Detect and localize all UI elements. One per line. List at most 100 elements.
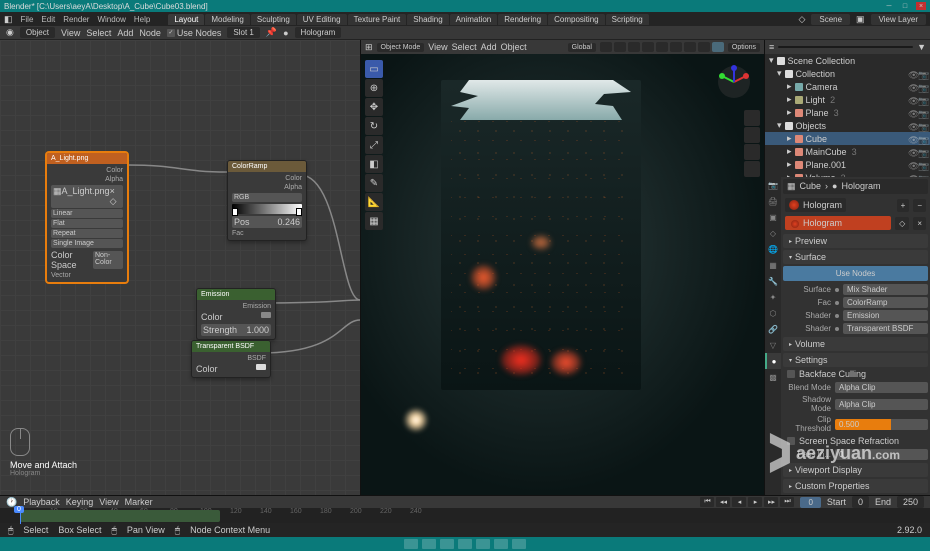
tab-layout[interactable]: Layout (168, 14, 204, 25)
persp-icon[interactable] (744, 161, 760, 177)
material-dropdown[interactable]: Hologram (295, 27, 342, 38)
shading-rendered-icon[interactable] (712, 42, 724, 52)
shading-matprev-icon[interactable] (698, 42, 710, 52)
panel-volume[interactable]: ▸Volume (783, 337, 928, 351)
tab-rendering[interactable]: Rendering (498, 14, 547, 25)
tab-scripting[interactable]: Scripting (606, 14, 649, 25)
new-material-button[interactable]: ◇ (895, 217, 909, 230)
transform-tool[interactable]: ◧ (365, 155, 383, 173)
outliner-item[interactable]: ▸MainCube3👁📷 (765, 145, 930, 158)
editor-type-icon[interactable]: ⊞ (365, 42, 373, 53)
material-name-field[interactable]: Hologram (785, 216, 891, 230)
menu-add[interactable]: Add (117, 28, 133, 38)
tab-sculpting[interactable]: Sculpting (251, 14, 296, 25)
tab-data[interactable]: ▽ (765, 337, 781, 353)
source-field[interactable]: Single Image (51, 239, 123, 248)
measure-tool[interactable]: 📐 (365, 193, 383, 211)
overlay-icon[interactable] (642, 42, 654, 52)
tab-compositing[interactable]: Compositing (548, 14, 604, 25)
input-color[interactable]: Color (196, 363, 266, 375)
input-color[interactable]: Color (201, 311, 271, 323)
panel-preview[interactable]: ▸Preview (783, 234, 928, 248)
material-slot[interactable]: Hologram (785, 198, 846, 212)
panel-surface[interactable]: ▾Surface (783, 250, 928, 264)
outliner-item[interactable]: ▸Plane3👁📷 (765, 106, 930, 119)
output-color[interactable]: Color (232, 174, 302, 183)
menu-select[interactable]: Select (452, 42, 477, 52)
menu-edit[interactable]: Edit (41, 15, 55, 24)
outliner-item[interactable]: ▸Camera👁📷 (765, 80, 930, 93)
viewlayer-field[interactable]: View Layer (871, 14, 926, 25)
shader1-dropdown[interactable]: Emission (843, 310, 928, 321)
proj-field[interactable]: Flat (51, 219, 123, 228)
menu-add[interactable]: Add (481, 42, 497, 52)
tab-particle[interactable]: ✦ (765, 289, 781, 305)
prev-key-button[interactable]: ◂◂ (716, 497, 730, 507)
play-button[interactable]: ▸ (748, 497, 762, 507)
add-slot-button[interactable]: + (897, 199, 910, 212)
editor-type-icon[interactable]: ◉ (6, 27, 14, 38)
taskbar-item[interactable] (422, 539, 436, 549)
shader2-dropdown[interactable]: Transparent BSDF (843, 323, 928, 334)
outliner-item-selected[interactable]: ▸Cube👁📷 (765, 132, 930, 145)
tab-render[interactable]: 📷 (765, 177, 781, 193)
interp-field[interactable]: Linear (51, 209, 123, 218)
remove-slot-button[interactable]: − (913, 199, 926, 212)
tab-animation[interactable]: Animation (450, 14, 498, 25)
tab-uv[interactable]: UV Editing (297, 14, 347, 25)
options-dropdown[interactable]: Options (728, 43, 760, 52)
end-frame-field[interactable]: 250 (897, 496, 924, 508)
mode-field[interactable]: RGB (232, 193, 302, 202)
use-nodes-toggle[interactable]: ✓Use Nodes (167, 28, 222, 38)
image-file-field[interactable]: ▦A_Light.png× ◇ (51, 185, 123, 208)
camera-icon[interactable] (744, 144, 760, 160)
shadow-mode-dropdown[interactable]: Alpha Clip (835, 399, 928, 410)
snap-icon[interactable] (600, 42, 612, 52)
taskbar-item[interactable] (476, 539, 490, 549)
filter-icon[interactable]: ▼ (917, 42, 926, 52)
unlink-button[interactable]: × (913, 217, 926, 230)
outliner-root[interactable]: ▾Scene Collection (765, 54, 930, 67)
tab-viewlayer[interactable]: ▣ (765, 209, 781, 225)
outliner-item[interactable]: ▸Light2👁📷 (765, 93, 930, 106)
cursor-tool[interactable]: ⊕ (365, 79, 383, 97)
color-ramp-widget[interactable] (232, 204, 302, 214)
node-transparent-bsdf[interactable]: Transparent BSDF BSDF Color (191, 340, 271, 378)
zoom-icon[interactable] (744, 110, 760, 126)
outliner-type-icon[interactable]: ≡ (769, 42, 774, 52)
use-nodes-button[interactable]: Use Nodes (783, 266, 928, 281)
close-button[interactable]: × (916, 2, 926, 10)
shading-wire-icon[interactable] (670, 42, 682, 52)
tab-shading[interactable]: Shading (407, 14, 448, 25)
output-color[interactable]: Color (51, 166, 123, 175)
tab-world[interactable]: 🌐 (765, 241, 781, 257)
input-vector[interactable]: Vector (51, 271, 123, 280)
tab-modeling[interactable]: Modeling (205, 14, 249, 25)
next-key-button[interactable]: ▸▸ (764, 497, 778, 507)
node-editor[interactable]: A_Light.png Color Alpha ▦A_Light.png× ◇ … (0, 40, 360, 495)
menu-playback[interactable]: Playback (23, 497, 60, 507)
menu-keying[interactable]: Keying (66, 497, 94, 507)
panel-viewport-display[interactable]: ▸Viewport Display (783, 463, 928, 477)
tab-modifier[interactable]: 🔧 (765, 273, 781, 289)
colorspace-field[interactable]: Non-Color (93, 251, 123, 269)
menu-render[interactable]: Render (63, 15, 89, 24)
taskbar-item[interactable] (404, 539, 418, 549)
pin-icon[interactable]: 📌 (266, 27, 277, 38)
outliner-item[interactable]: ▸Plane.001👁📷 (765, 158, 930, 171)
start-frame-field[interactable]: 0 (852, 496, 869, 508)
mode-dropdown[interactable]: Object Mode (377, 43, 425, 52)
backface-check[interactable]: Backface Culling (783, 367, 928, 381)
menu-window[interactable]: Window (97, 15, 125, 24)
taskbar-item[interactable] (440, 539, 454, 549)
blend-mode-dropdown[interactable]: Alpha Clip (835, 382, 928, 393)
outliner-item[interactable]: ▾Collection👁📷 (765, 67, 930, 80)
os-taskbar[interactable] (0, 537, 930, 551)
taskbar-item[interactable] (512, 539, 526, 549)
panel-settings[interactable]: ▾Settings (783, 353, 928, 367)
menu-view[interactable]: View (61, 28, 80, 38)
output-bsdf[interactable]: BSDF (196, 354, 266, 363)
gizmo-icon[interactable] (628, 42, 640, 52)
orientation-dropdown[interactable]: Global (568, 43, 596, 52)
tab-object[interactable]: ▦ (765, 257, 781, 273)
